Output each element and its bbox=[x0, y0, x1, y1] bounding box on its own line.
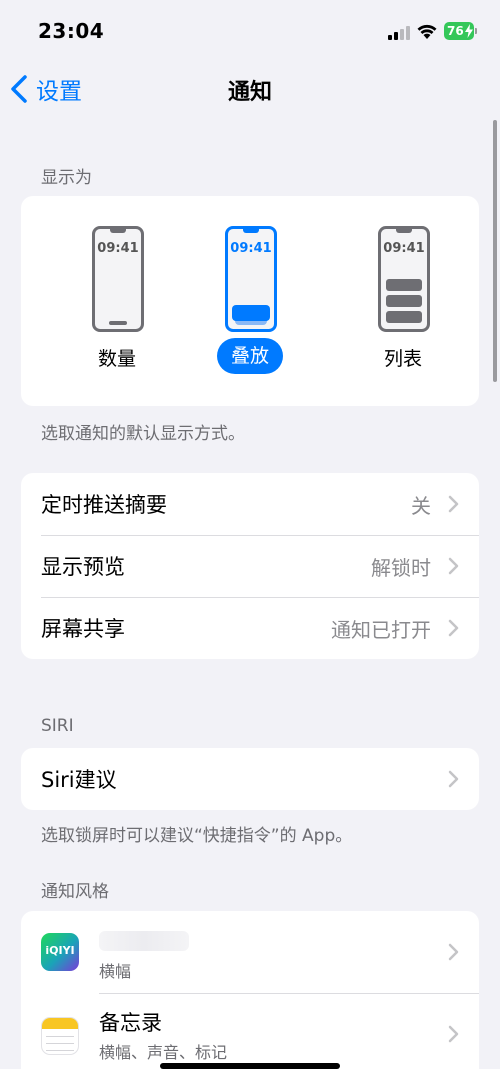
iqiyi-icon: iQIYI bbox=[41, 933, 79, 971]
phone-time: 09:41 bbox=[230, 241, 272, 256]
app-subtitle: 横幅 bbox=[99, 962, 132, 981]
status-bar: 23:04 76 bbox=[0, 0, 500, 62]
battery-icon: 76 bbox=[444, 22, 474, 40]
display-as-header: 显示为 bbox=[41, 168, 92, 188]
app-row-iqiyi[interactable]: iQIYI 横幅 bbox=[21, 911, 479, 993]
chevron-right-icon bbox=[448, 557, 459, 575]
row-value: 通知已打开 bbox=[331, 618, 431, 642]
display-as-footer: 选取通知的默认显示方式。 bbox=[41, 424, 245, 444]
siri-footer: 选取锁屏时可以建议“快捷指令”的 App。 bbox=[41, 826, 353, 846]
app-row-notes[interactable]: 备忘录 横幅、声音、标记 bbox=[21, 993, 479, 1069]
chevron-right-icon bbox=[448, 619, 459, 637]
chevron-right-icon bbox=[448, 495, 459, 513]
chevron-right-icon bbox=[448, 943, 459, 961]
status-time: 23:04 bbox=[38, 19, 105, 43]
row-title: 定时推送摘要 bbox=[41, 493, 167, 517]
phone-count-icon: 09:41 bbox=[92, 226, 144, 332]
iqiyi-logo-text: iQIYI bbox=[45, 944, 75, 957]
chevron-right-icon bbox=[448, 1025, 459, 1043]
siri-header: SIRI bbox=[41, 716, 74, 736]
cellular-signal-icon bbox=[388, 26, 410, 40]
notes-icon bbox=[41, 1017, 79, 1055]
notification-style-card: iQIYI 横幅 备忘录 横幅、声音、标记 bbox=[21, 911, 479, 1069]
row-value: 解锁时 bbox=[371, 556, 431, 580]
siri-card: Siri建议 bbox=[21, 748, 479, 810]
option-label: 数量 bbox=[97, 348, 136, 370]
row-screen-sharing[interactable]: 屏幕共享 通知已打开 bbox=[21, 597, 479, 659]
display-option-stack[interactable]: 09:41 叠放 bbox=[205, 226, 295, 376]
app-name: 备忘录 bbox=[99, 1011, 162, 1035]
charging-bolt-icon bbox=[465, 24, 473, 38]
row-title: Siri建议 bbox=[41, 768, 117, 792]
option-label-selected: 叠放 bbox=[217, 338, 283, 374]
row-scheduled-summary[interactable]: 定时推送摘要 关 bbox=[21, 473, 479, 535]
battery-level: 76 bbox=[447, 24, 464, 38]
navigation-bar: 设置 通知 bbox=[0, 62, 500, 116]
page-title: 通知 bbox=[227, 80, 272, 105]
phone-stack-icon: 09:41 bbox=[225, 226, 277, 332]
scroll-indicator[interactable] bbox=[493, 120, 497, 382]
settings-card: 定时推送摘要 关 显示预览 解锁时 屏幕共享 通知已打开 bbox=[21, 473, 479, 659]
blurred-app-name bbox=[99, 931, 189, 951]
wifi-icon bbox=[417, 24, 437, 39]
home-indicator bbox=[160, 1063, 340, 1069]
row-value: 关 bbox=[411, 494, 431, 518]
row-show-previews[interactable]: 显示预览 解锁时 bbox=[21, 535, 479, 597]
phone-list-icon: 09:41 bbox=[378, 226, 430, 332]
phone-time: 09:41 bbox=[97, 241, 139, 256]
phone-time: 09:41 bbox=[383, 241, 425, 256]
option-label: 列表 bbox=[383, 348, 422, 370]
row-title: 屏幕共享 bbox=[41, 617, 125, 641]
notification-style-header: 通知风格 bbox=[41, 882, 109, 902]
chevron-right-icon bbox=[448, 770, 459, 788]
display-option-count[interactable]: 09:41 数量 bbox=[72, 226, 162, 376]
row-title: 显示预览 bbox=[41, 555, 125, 579]
battery-tip bbox=[475, 28, 477, 34]
display-as-card: 09:41 数量 09:41 叠放 09:41 列表 bbox=[21, 196, 479, 406]
row-siri-suggestions[interactable]: Siri建议 bbox=[21, 748, 479, 810]
display-option-list[interactable]: 09:41 列表 bbox=[358, 226, 448, 376]
app-subtitle: 横幅、声音、标记 bbox=[99, 1043, 228, 1062]
